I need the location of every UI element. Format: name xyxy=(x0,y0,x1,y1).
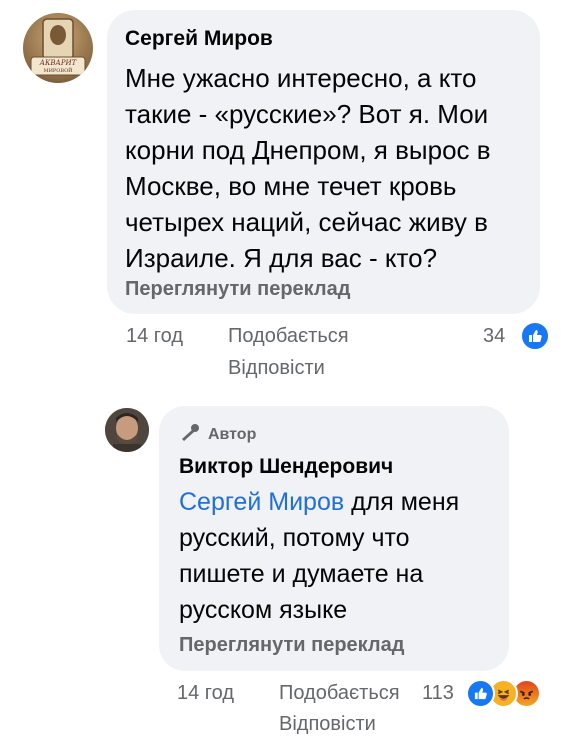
comment-timestamp[interactable]: 14 год xyxy=(177,682,234,705)
avatar-image: АКВАРИТ МИРОВОЙ xyxy=(30,18,86,76)
like-icon[interactable] xyxy=(520,321,550,351)
like-button[interactable]: Подобається xyxy=(228,325,349,348)
author-badge-label: Автор xyxy=(208,425,257,443)
comment-text: Сергей Миров для меня русский, потому чт… xyxy=(179,484,499,628)
reaction-count[interactable]: 34 xyxy=(483,325,505,348)
svg-text:МИРОВОЙ: МИРОВОЙ xyxy=(43,66,73,74)
avatar-image xyxy=(105,408,149,452)
microphone-icon xyxy=(179,423,201,446)
reply-button[interactable]: Відповісти xyxy=(279,713,376,736)
comment-bubble: Автор Виктор Шендерович Сергей Миров для… xyxy=(159,406,509,671)
reply-button[interactable]: Відповісти xyxy=(228,357,325,380)
like-button[interactable]: Подобається xyxy=(279,682,400,705)
author-badge: Автор xyxy=(179,423,256,446)
avatar[interactable]: АКВАРИТ МИРОВОЙ xyxy=(23,13,93,83)
comment-timestamp[interactable]: 14 год xyxy=(126,325,183,348)
reaction-count[interactable]: 113 xyxy=(422,682,454,705)
avatar[interactable] xyxy=(105,408,149,452)
comment-bubble: Сергей Миров Мне ужасно интересно, а кто… xyxy=(107,10,540,314)
svg-text:АКВАРИТ: АКВАРИТ xyxy=(39,59,78,67)
comment-text: Мне ужасно интересно, а кто такие - «рус… xyxy=(125,63,491,273)
see-translation-link[interactable]: Переглянути переклад xyxy=(125,278,350,301)
like-icon[interactable] xyxy=(466,679,495,708)
comment-author-name[interactable]: Виктор Шендерович xyxy=(179,455,393,479)
comment-author-name[interactable]: Сергей Миров xyxy=(125,27,273,51)
see-translation-link[interactable]: Переглянути переклад xyxy=(179,634,404,657)
mention-link[interactable]: Сергей Миров xyxy=(179,488,344,516)
